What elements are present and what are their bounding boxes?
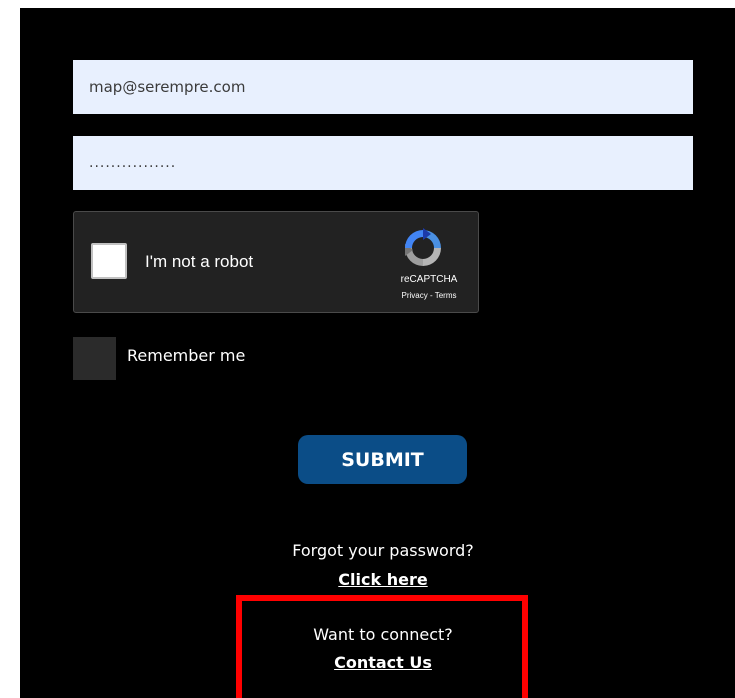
contact-us-link[interactable]: Contact Us <box>283 653 483 672</box>
recaptcha-privacy-link[interactable]: Privacy <box>402 291 428 300</box>
recaptcha-links: Privacy - Terms <box>374 291 484 300</box>
recaptcha-terms-link[interactable]: Terms <box>435 291 457 300</box>
remember-me-checkbox[interactable] <box>73 337 116 380</box>
password-field[interactable] <box>73 136 693 190</box>
forgot-password-text: Forgot your password? <box>292 541 474 560</box>
recaptcha-label: I'm not a robot <box>145 252 254 271</box>
recaptcha-logo-icon <box>405 228 441 266</box>
recaptcha-brand: reCAPTCHA <box>400 274 458 285</box>
recaptcha-separator: - <box>427 291 435 300</box>
submit-button[interactable]: SUBMIT <box>298 435 467 484</box>
recaptcha-widget: I'm not a robot reCAPTCHA Privacy - Term… <box>73 211 479 313</box>
highlight-box <box>236 595 528 698</box>
want-to-connect-text: Want to connect? <box>313 625 453 644</box>
email-field[interactable] <box>73 60 693 114</box>
click-here-link[interactable]: Click here <box>283 570 483 589</box>
remember-me-label: Remember me <box>127 346 246 365</box>
recaptcha-checkbox[interactable] <box>91 243 127 279</box>
